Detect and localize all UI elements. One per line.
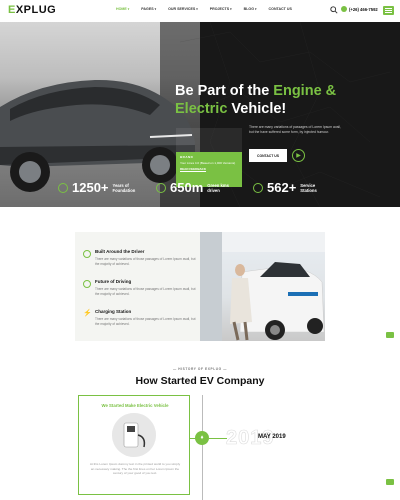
nav-item-home[interactable]: HOME ▾ [116, 7, 129, 11]
trophy-icon: ♦ [200, 435, 204, 441]
feature-text: There are many variations of those passa… [95, 317, 196, 326]
timeline-line [202, 395, 203, 500]
nav-item-blog[interactable]: BLOG ▾ [244, 7, 257, 11]
menu-icon[interactable] [383, 6, 394, 15]
driver-icon [83, 250, 91, 258]
nav-item-services[interactable]: OUR SERVICES ▾ [168, 7, 198, 11]
promo-brand: BRAND [180, 155, 194, 159]
history-title: How Started EV Company [135, 375, 265, 387]
feature-title: Charging Station [95, 309, 132, 314]
future-icon [83, 280, 91, 288]
nav-item-projects[interactable]: PROJECTS ▾ [210, 7, 232, 11]
stat-number: 1250+ [72, 180, 109, 195]
stat-number: 562+ [267, 180, 297, 195]
history-kicker: — HISTORY OF EXPLUG — [173, 367, 227, 371]
feature-title: Built Around the Driver [95, 249, 145, 254]
logo[interactable]: EXPLUG [8, 4, 56, 16]
feature-text: There are many variations of those passa… [95, 257, 196, 266]
stat-number: 650m [170, 180, 204, 195]
hero-title: Be Part of the Engine & Electric Vehicle… [175, 83, 337, 117]
nav-item-pages[interactable]: PAGES ▾ [141, 7, 156, 11]
stat-green-kms: 650m Green kms driven [156, 180, 239, 195]
site-header: EXPLUG HOME ▾ PAGES ▾ OUR SERVICES ▾ PROJEC… [0, 0, 400, 22]
stat-label: Years of Foundation [112, 182, 136, 193]
stat-icon [156, 182, 166, 193]
history-card-title: We Started Make Electric Vehicle [101, 403, 169, 408]
feature-item: Built Around the Driver There are many v… [83, 249, 203, 266]
stat-stations: 562+ Service Stations [253, 180, 332, 195]
history-card-image [112, 413, 156, 457]
car-image [0, 79, 195, 192]
stat-foundation: 1250+ Years of Foundation [58, 180, 145, 195]
stat-label: Service Stations [300, 182, 317, 193]
timeline-date: MAY 2019 [258, 434, 286, 440]
history-card: We Started Make Electric Vehicle At this… [78, 395, 190, 495]
read-feedback-link[interactable]: READ FEEDBACK [180, 167, 238, 171]
stat-label: Green kms driven [207, 182, 229, 193]
promo-strip [176, 128, 242, 152]
side-scroll-icon[interactable] [386, 332, 394, 338]
feature-title: Future of Driving [95, 279, 132, 284]
timeline-connector-right [209, 438, 227, 439]
play-icon: ▶ [296, 153, 301, 159]
phone-icon [341, 6, 347, 12]
stat-icon [58, 182, 68, 193]
search-icon[interactable] [330, 6, 338, 14]
nav-item-contact[interactable]: CONTACT US [269, 7, 292, 11]
feature-item: Future of Driving There are many variati… [83, 279, 203, 296]
stat-icon [253, 182, 263, 193]
charging-photo [200, 232, 325, 341]
play-video-button[interactable]: ▶ [292, 149, 305, 162]
promo-text: Your Lines 4.0 (Based on 1,000 Versions) [180, 161, 236, 165]
contact-us-button[interactable]: CONTACT US [249, 149, 287, 162]
timeline-dot: ♦ [195, 431, 209, 445]
feature-text: There are many variations of those passa… [95, 287, 196, 296]
history-card-text: At this Lorem Ipsum dummy text in the pr… [89, 462, 181, 476]
header-phone[interactable]: (+26) 466-7592 [341, 6, 378, 12]
feature-item: ⚡ Charging Station There are many variat… [83, 309, 203, 326]
phone-number: (+26) 466-7592 [349, 6, 378, 12]
main-nav: HOME ▾ PAGES ▾ OUR SERVICES ▾ PROJECTS ▾ BLO… [116, 7, 292, 11]
bolt-icon: ⚡ [83, 310, 92, 317]
back-to-top-icon[interactable] [386, 479, 394, 485]
hero-description: There are many variations of passages of… [249, 125, 341, 134]
